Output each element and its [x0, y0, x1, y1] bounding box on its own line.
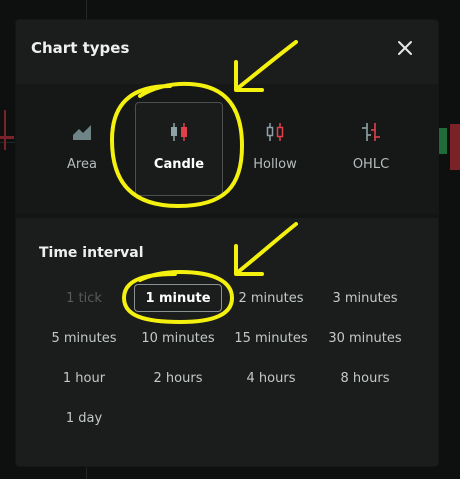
chart-types-panel: Area Candle Hollow OHLC: [16, 84, 438, 214]
interval-8-hours[interactable]: 8 hours: [321, 364, 409, 392]
chart-type-ohlc[interactable]: OHLC: [327, 102, 415, 196]
area-chart-icon: [73, 125, 91, 140]
interval-2-minutes[interactable]: 2 minutes: [227, 284, 315, 312]
interval-2-hours[interactable]: 2 hours: [134, 364, 222, 392]
chart-type-candle[interactable]: Candle: [135, 102, 223, 196]
background-gridline: [86, 466, 87, 479]
dialog-title: Chart types: [31, 39, 130, 57]
hollow-candle-icon: [266, 123, 284, 141]
interval-5-minutes[interactable]: 5 minutes: [40, 324, 128, 352]
interval-1-hour[interactable]: 1 hour: [40, 364, 128, 392]
chart-type-area[interactable]: Area: [38, 102, 126, 196]
background-candle: [0, 136, 14, 139]
chart-type-label: OHLC: [352, 157, 390, 172]
chart-types-dialog: Chart types Area Candle Hollow OHLC Time…: [16, 20, 438, 466]
chart-type-label: Candle: [153, 157, 205, 172]
interval-10-minutes[interactable]: 10 minutes: [134, 324, 222, 352]
interval-4-hours[interactable]: 4 hours: [227, 364, 315, 392]
time-interval-title: Time interval: [39, 245, 144, 261]
section-divider: [16, 214, 438, 218]
interval-15-minutes[interactable]: 15 minutes: [227, 324, 315, 352]
background-candle: [4, 110, 6, 150]
chart-type-label: Area: [67, 157, 97, 172]
background-gridline: [0, 142, 16, 143]
chart-type-label: Hollow: [253, 157, 297, 172]
interval-1-day[interactable]: 1 day: [40, 404, 128, 432]
ohlc-chart-icon: [362, 123, 380, 141]
interval-1-minute[interactable]: 1 minute: [134, 284, 222, 312]
background-candle: [450, 124, 460, 170]
candle-chart-icon: [171, 123, 187, 141]
close-button[interactable]: [395, 38, 415, 58]
close-icon: [398, 41, 412, 55]
dialog-header: Chart types: [31, 39, 423, 59]
interval-3-minutes[interactable]: 3 minutes: [321, 284, 409, 312]
background-gridline: [86, 0, 87, 20]
chart-type-hollow[interactable]: Hollow: [231, 102, 319, 196]
background-candle: [439, 128, 447, 154]
interval-30-minutes[interactable]: 30 minutes: [321, 324, 409, 352]
interval-1-tick: 1 tick: [66, 291, 102, 306]
